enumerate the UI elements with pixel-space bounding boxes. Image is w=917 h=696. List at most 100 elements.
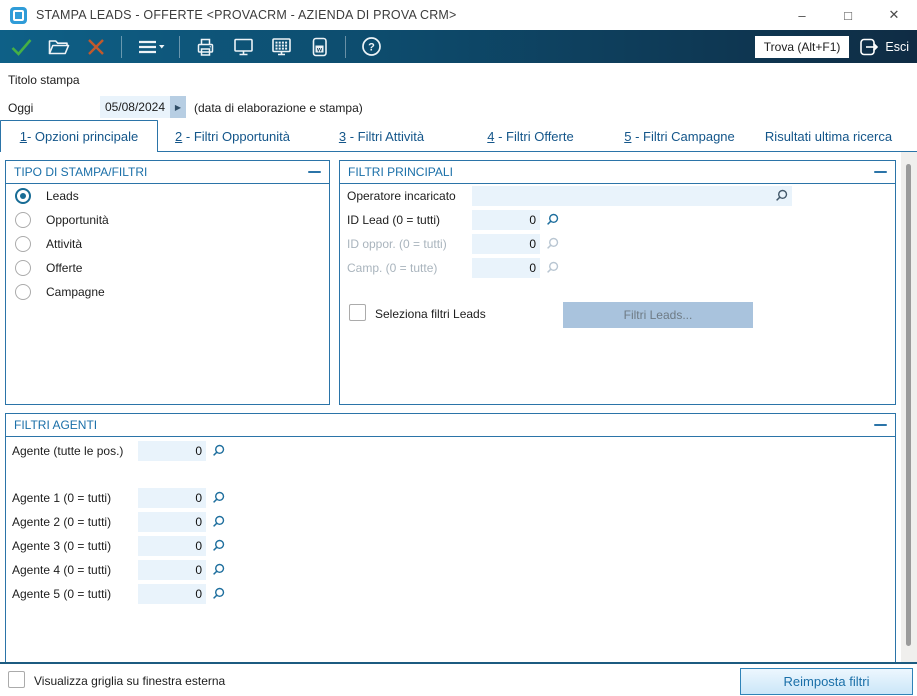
tab-number: 1: [19, 129, 27, 144]
collapse-panel-icon[interactable]: [308, 171, 321, 173]
scrollbar-thumb[interactable]: [906, 164, 911, 646]
radio-option-opportunita[interactable]: Opportunità: [6, 208, 329, 232]
tab-filtri-offerte[interactable]: 4 - Filtri Offerte: [456, 120, 605, 152]
tab-filtri-opportunita[interactable]: 2 - Filtri Opportunità: [158, 120, 307, 152]
visualizza-griglia-label: Visualizza griglia su finestra esterna: [34, 674, 226, 688]
esci-label: Esci: [885, 39, 909, 54]
id-lead-input[interactable]: 0: [472, 210, 540, 230]
menu-icon[interactable]: [135, 35, 166, 59]
agente3-input[interactable]: 0: [138, 536, 206, 556]
search-icon[interactable]: [211, 444, 225, 458]
camp-label: Camp. (0 = tutte): [347, 261, 438, 275]
search-icon[interactable]: [211, 515, 225, 529]
search-icon[interactable]: [211, 563, 225, 577]
vertical-scrollbar[interactable]: [901, 152, 917, 662]
agente-pos-label: Agente (tutte le pos.): [12, 444, 124, 458]
open-folder-icon[interactable]: [46, 35, 71, 59]
main-content: TIPO DI STAMPA/FILTRI Leads Opportunità …: [0, 152, 917, 662]
radio-icon[interactable]: [15, 260, 31, 276]
tab-number: 2: [175, 128, 183, 144]
collapse-panel-icon[interactable]: [874, 424, 887, 426]
visualizza-griglia-checkbox[interactable]: [8, 671, 25, 688]
app-logo-icon: [10, 6, 27, 24]
main-toolbar: w ? Trova (Alt+F1) Esci: [0, 30, 917, 63]
tab-number: 5: [624, 128, 632, 144]
filtri-leads-button[interactable]: Filtri Leads...: [563, 302, 753, 328]
agente3-label: Agente 3 (0 = tutti): [12, 539, 112, 553]
word-export-icon[interactable]: w: [307, 35, 332, 59]
titolo-stampa-label: Titolo stampa: [8, 73, 80, 87]
tab-number: 3: [338, 128, 347, 144]
tab-number: 4: [487, 128, 495, 144]
radio-icon[interactable]: [15, 212, 31, 228]
help-icon[interactable]: ?: [359, 35, 384, 59]
svg-text:w: w: [316, 46, 323, 53]
close-button[interactable]: ✕: [871, 0, 917, 30]
tab-filtri-campagne[interactable]: 5 - Filtri Campagne: [605, 120, 754, 152]
svg-text:?: ?: [368, 41, 375, 53]
maximize-button[interactable]: □: [825, 0, 871, 30]
tab-label: - Filtri Campagne: [631, 128, 735, 144]
oggi-label: Oggi: [8, 101, 34, 115]
print-icon[interactable]: [193, 35, 218, 59]
agente-pos-input[interactable]: 0: [138, 441, 206, 461]
toolbar-separator: [121, 35, 122, 58]
agente4-input[interactable]: 0: [138, 560, 206, 580]
id-oppor-label: ID oppor. (0 = tutti): [347, 237, 447, 251]
agente1-input[interactable]: 0: [138, 488, 206, 508]
radio-icon[interactable]: [15, 236, 31, 252]
toolbar-separator: [345, 35, 346, 58]
minimize-button[interactable]: –: [779, 0, 825, 30]
agente1-value: 0: [195, 491, 202, 505]
radio-option-leads[interactable]: Leads: [6, 184, 329, 208]
radio-label: Campagne: [46, 285, 105, 299]
agente-pos-value: 0: [195, 444, 202, 458]
window-title: STAMPA LEADS - OFFERTE <PROVACRM - AZIEN…: [36, 8, 457, 22]
tab-strip: 1- Opzioni principale 2 - Filtri Opportu…: [0, 120, 917, 152]
agente5-input[interactable]: 0: [138, 584, 206, 604]
search-icon[interactable]: [211, 491, 225, 505]
radio-option-campagne[interactable]: Campagne: [6, 280, 329, 304]
search-icon[interactable]: [211, 539, 225, 553]
radio-option-attivita[interactable]: Attività: [6, 232, 329, 256]
panel-fp-title: FILTRI PRINCIPALI: [348, 165, 453, 179]
tab-opzioni-principale[interactable]: 1- Opzioni principale: [0, 120, 158, 152]
preview-monitor-icon[interactable]: [231, 35, 256, 59]
cancel-x-icon[interactable]: [84, 35, 108, 59]
search-icon[interactable]: [545, 213, 559, 227]
agente2-input[interactable]: 0: [138, 512, 206, 532]
tab-risultati-ultima-ricerca[interactable]: Risultati ultima ricerca: [754, 120, 903, 152]
confirm-check-icon[interactable]: [8, 35, 33, 59]
date-hint-label: (data di elaborazione e stampa): [194, 101, 363, 115]
esci-button[interactable]: Esci: [858, 36, 909, 58]
radio-option-offerte[interactable]: Offerte: [6, 256, 329, 280]
panel-tipo-title: TIPO DI STAMPA/FILTRI: [14, 165, 148, 179]
agente3-value: 0: [195, 539, 202, 553]
agente2-value: 0: [195, 515, 202, 529]
trova-shortcut-badge[interactable]: Trova (Alt+F1): [754, 35, 850, 58]
operatore-input[interactable]: [472, 186, 792, 206]
agente4-value: 0: [195, 563, 202, 577]
seleziona-filtri-leads-checkbox[interactable]: [349, 304, 366, 321]
panel-tipo-di-stampa: TIPO DI STAMPA/FILTRI Leads Opportunità …: [5, 160, 330, 405]
collapse-panel-icon[interactable]: [874, 171, 887, 173]
search-icon[interactable]: [774, 189, 788, 203]
date-input[interactable]: 05/08/2024: [100, 96, 170, 118]
tab-label: - Filtri Offerte: [494, 128, 574, 144]
camp-input: 0: [472, 258, 540, 278]
radio-icon[interactable]: [15, 284, 31, 300]
agente5-value: 0: [195, 587, 202, 601]
radio-label: Leads: [46, 189, 79, 203]
id-oppor-input: 0: [472, 234, 540, 254]
search-icon[interactable]: [211, 587, 225, 601]
grid-monitor-icon[interactable]: [269, 35, 294, 59]
reimposta-filtri-button[interactable]: Reimposta filtri: [740, 668, 913, 695]
tab-label: Risultati ultima ricerca: [764, 128, 893, 144]
radio-label: Attività: [46, 237, 83, 251]
title-bar: STAMPA LEADS - OFFERTE <PROVACRM - AZIEN…: [0, 0, 917, 30]
tab-label: - Filtri Attività: [346, 128, 425, 144]
agente4-label: Agente 4 (0 = tutti): [12, 563, 112, 577]
tab-filtri-attivita[interactable]: 3 - Filtri Attività: [307, 120, 456, 152]
radio-selected-icon[interactable]: [15, 188, 31, 204]
date-dropdown-button[interactable]: ▶: [170, 96, 186, 118]
